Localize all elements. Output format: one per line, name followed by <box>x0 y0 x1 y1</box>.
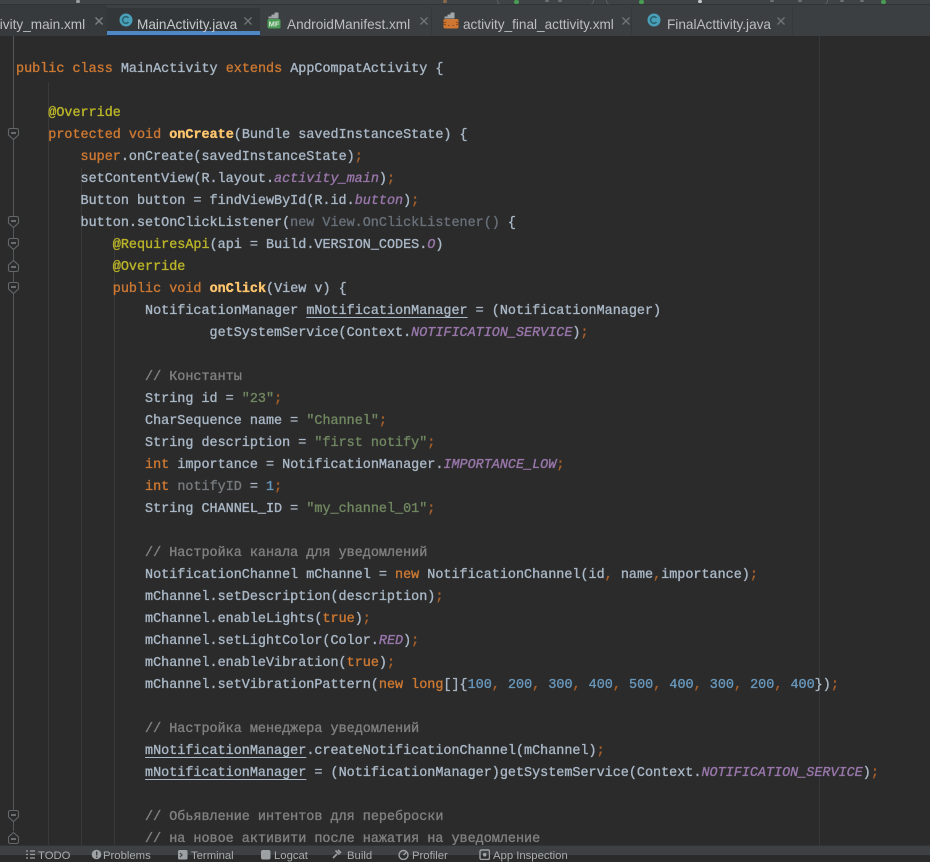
svg-text:MF: MF <box>269 20 280 29</box>
svg-text:<..>: <..> <box>443 21 459 29</box>
